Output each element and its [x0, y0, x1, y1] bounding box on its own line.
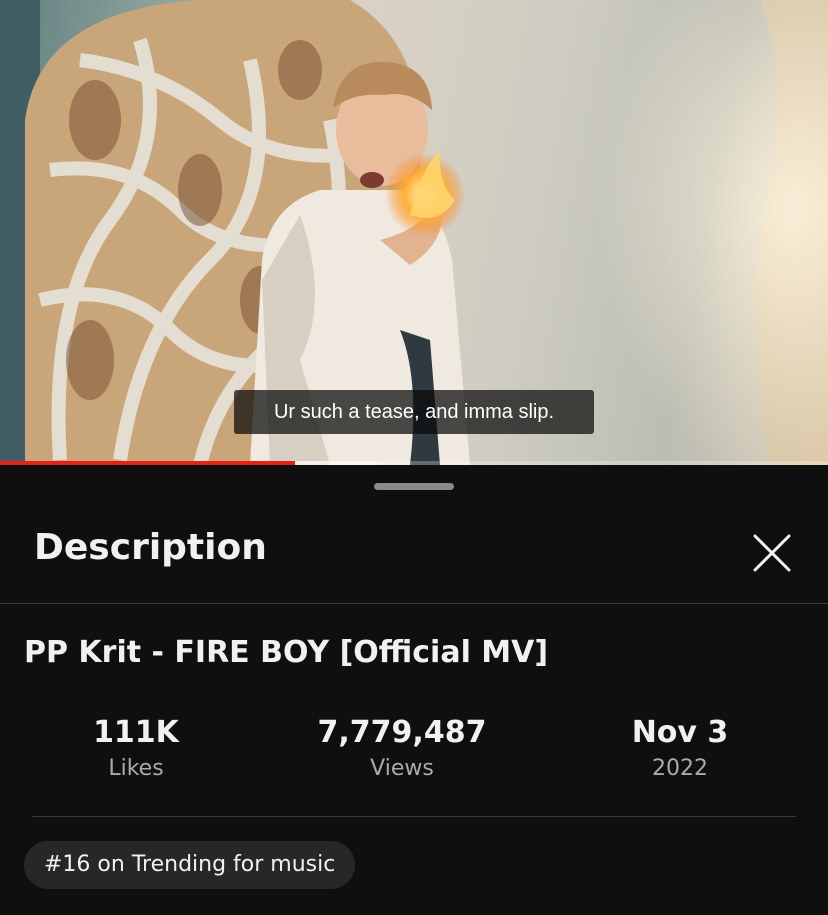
video-player[interactable]: Ur such a tease, and imma slip. [0, 0, 828, 465]
likes-label: Likes [108, 756, 164, 781]
views-stat: 7,779,487 Views [302, 715, 502, 785]
publish-date: Nov 3 [631, 715, 729, 750]
stats-row: 111K Likes 7,779,487 Views Nov 3 2022 [0, 715, 828, 785]
views-count: 7,779,487 [317, 715, 487, 750]
views-label: Views [370, 756, 434, 781]
description-sheet: Description PP Krit - FIRE BOY [Official… [0, 465, 828, 915]
close-icon [753, 534, 791, 572]
divider [0, 603, 828, 604]
sheet-title: Description [34, 527, 267, 568]
close-button[interactable] [752, 533, 792, 573]
subtitle-caption: Ur such a tease, and imma slip. [234, 390, 594, 434]
trending-chip[interactable]: #16 on Trending for music [24, 841, 356, 889]
drag-handle[interactable] [374, 483, 454, 490]
likes-stat: 111K Likes [36, 715, 236, 785]
publish-year: 2022 [652, 756, 708, 781]
video-title: PP Krit - FIRE BOY [Official MV] [24, 635, 549, 670]
divider [32, 816, 796, 817]
publish-date-stat: Nov 3 2022 [580, 715, 780, 785]
likes-count: 111K [93, 715, 179, 750]
